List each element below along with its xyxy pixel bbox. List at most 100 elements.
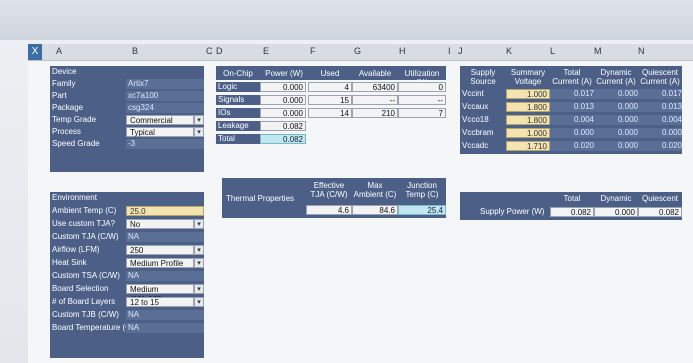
supply-col-header: Quiescent Current (A) [640, 68, 680, 86]
onchip-util: 7 [398, 108, 446, 118]
board-temp-label: Board Temperature (C) [52, 323, 134, 332]
device-title-row: Device [50, 66, 204, 78]
part-value[interactable]: xc7a100 [126, 91, 204, 101]
env-row-board-layers: # of Board Layers 12 to 15 ▾ [50, 296, 204, 308]
device-row-family: Family Artix7 [50, 78, 204, 90]
onchip-used: 4 [308, 82, 352, 92]
process-select[interactable]: Typical [126, 127, 194, 137]
chevron-down-icon[interactable]: ▾ [194, 115, 204, 125]
onchip-available: 63400 [352, 82, 398, 92]
column-header[interactable]: N [638, 46, 645, 56]
chevron-down-icon[interactable]: ▾ [194, 284, 204, 294]
device-row-speed-grade: Speed Grade -3 [50, 138, 204, 150]
thermal-label: Thermal Properties [226, 194, 295, 203]
onchip-header-row: On-Chip Power (W) Used Available Utiliza… [216, 66, 446, 87]
package-value[interactable]: csg324 [126, 103, 204, 113]
supply-row-vcco18: Vcco18 1.800 0.004 0.000 0.004 [460, 114, 682, 126]
speed-grade-value[interactable]: -3 [126, 139, 204, 149]
onchip-name: Total [216, 134, 260, 144]
device-row-temp-grade: Temp Grade Commercial ▾ [50, 114, 204, 126]
column-header[interactable]: J [458, 46, 463, 56]
column-header[interactable]: L [550, 46, 555, 56]
supply-col-header: Summary Voltage [510, 68, 546, 86]
airflow-select[interactable]: 250 [126, 245, 194, 255]
supply-row-vccint: Vccint 1.000 0.017 0.000 0.017 [460, 88, 682, 100]
airflow-label: Airflow (LFM) [52, 245, 100, 254]
column-header[interactable]: G [354, 46, 361, 56]
board-selection-select[interactable]: Medium (10"x10") [126, 284, 194, 304]
column-header[interactable]: M [594, 46, 602, 56]
onchip-name: Logic [216, 82, 260, 92]
column-header[interactable]: C [206, 46, 213, 56]
close-icon[interactable]: X [28, 44, 42, 60]
supply-voltage-input[interactable]: 1.000 [506, 128, 550, 138]
ambient-temp-input[interactable]: 25.0 [126, 206, 204, 216]
onchip-available: 210 [352, 108, 398, 118]
thermal-col-header: Junction Temp (C) [405, 181, 439, 199]
use-custom-tja-select[interactable]: No [126, 219, 194, 229]
supply-quiescent: 0.013 [638, 102, 682, 112]
supply-voltage-input[interactable]: 1.710 [506, 141, 550, 151]
supply-col-header: Total Current (A) [552, 68, 592, 86]
chevron-down-icon[interactable]: ▾ [194, 127, 204, 137]
onchip-used: 14 [308, 108, 352, 118]
family-value[interactable]: Artix7 [126, 79, 204, 89]
supply-voltage-input[interactable]: 1.800 [506, 102, 550, 112]
column-header[interactable]: D [216, 46, 223, 56]
heat-sink-select[interactable]: Medium Profile [126, 258, 194, 268]
onchip-util: -- [398, 95, 446, 105]
board-temp-value[interactable]: NA [126, 323, 204, 333]
supply-power-col-header: Total [563, 194, 581, 203]
column-header[interactable]: H [399, 46, 406, 56]
temp-grade-select[interactable]: Commercial [126, 115, 194, 125]
supply-panel: Supply Source Summary Voltage Total Curr… [460, 66, 682, 154]
ambient-temp-label: Ambient Temp (C) [52, 206, 117, 215]
screen: A B C D E F G H I J K L M N X Device Fam… [0, 0, 693, 363]
custom-tsa-value[interactable]: NA [126, 271, 204, 281]
onchip-row-leakage: Leakage 0.082 [216, 120, 446, 133]
column-header[interactable]: F [310, 46, 316, 56]
chevron-down-icon[interactable]: ▾ [194, 297, 204, 307]
onchip-used: 15 [308, 95, 352, 105]
speed-grade-label: Speed Grade [52, 139, 100, 148]
chevron-down-icon[interactable]: ▾ [194, 245, 204, 255]
device-row-part: Part xc7a100 [50, 90, 204, 102]
supply-source: Vccint [462, 89, 484, 98]
column-header[interactable]: I [448, 46, 451, 56]
supply-voltage-input[interactable]: 1.800 [506, 115, 550, 125]
chevron-down-icon[interactable]: ▾ [194, 258, 204, 268]
custom-tja-value[interactable]: NA [126, 232, 204, 242]
use-custom-tja-label: Use custom TJA? [52, 219, 115, 228]
env-row-airflow: Airflow (LFM) 250 ▾ [50, 244, 204, 256]
supply-dynamic: 0.000 [594, 89, 638, 99]
onchip-power: 0.000 [260, 95, 306, 105]
chevron-down-icon[interactable]: ▾ [194, 219, 204, 229]
supply-voltage-input[interactable]: 1.000 [506, 89, 550, 99]
device-row-package: Package csg324 [50, 102, 204, 114]
supply-col-header: Dynamic Current (A) [596, 68, 636, 86]
env-row-ambient: Ambient Temp (C) 25.0 [50, 205, 204, 217]
max-ambient-value: 84.6 [352, 205, 398, 215]
column-header[interactable]: A [56, 46, 62, 56]
supply-power-col-header: Quiescent [641, 194, 679, 203]
env-row-heat-sink: Heat Sink Medium Profile ▾ [50, 257, 204, 269]
onchip-name: Leakage [216, 121, 260, 131]
board-layers-label: # of Board Layers [52, 297, 116, 306]
used-col-header: Used [320, 69, 340, 78]
junction-temp-value: 25.4 [398, 205, 446, 215]
supply-quiescent: 0.020 [638, 141, 682, 151]
supply-dynamic: 0.000 [594, 128, 638, 138]
onchip-power: 0.000 [260, 82, 306, 92]
column-header[interactable]: K [506, 46, 512, 56]
onchip-panel: On-Chip Power (W) Used Available Utiliza… [216, 66, 446, 160]
board-layers-select[interactable]: 12 to 15 [126, 297, 194, 307]
onchip-power: 0.000 [260, 108, 306, 118]
supply-source: Vccadc [462, 141, 489, 150]
custom-tjb-value[interactable]: NA [126, 310, 204, 320]
column-header[interactable]: E [263, 46, 269, 56]
env-row-board-selection: Board Selection Medium (10"x10") ▾ [50, 283, 204, 304]
column-header[interactable]: B [132, 46, 138, 56]
thermal-values-row: 4.6 84.6 25.4 [222, 204, 446, 216]
supply-row-vccaux: Vccaux 1.800 0.013 0.000 0.013 [460, 101, 682, 113]
thermal-col-header: Effective TJA (C/W) [310, 181, 348, 199]
